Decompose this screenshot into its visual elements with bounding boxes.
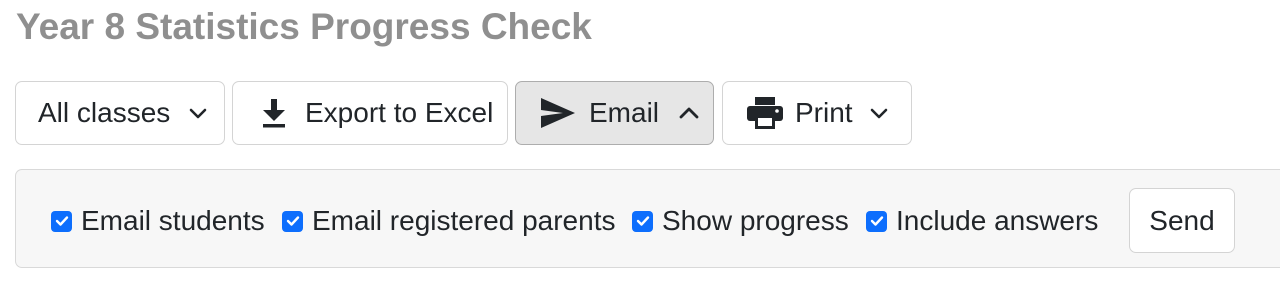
include-answers-option[interactable]: Include answers (866, 205, 1099, 236)
show-progress-option[interactable]: Show progress (632, 205, 849, 236)
email-label: Email (589, 97, 660, 128)
email-students-option[interactable]: Email students (51, 205, 265, 236)
chevron-up-icon (678, 106, 700, 120)
include-answers-label: Include answers (896, 205, 1099, 236)
print-label: Print (795, 97, 853, 128)
chevron-down-icon (188, 106, 208, 120)
checkmark-icon (870, 216, 883, 226)
export-excel-label: Export to Excel (305, 97, 494, 128)
email-dropdown-button[interactable]: Email (515, 81, 714, 145)
download-icon (259, 97, 289, 129)
send-icon (539, 96, 577, 130)
printer-icon (746, 96, 784, 130)
class-filter-label: All classes (38, 97, 171, 128)
include-answers-checkbox[interactable] (866, 210, 887, 232)
page-title: Year 8 Statistics Progress Check (16, 6, 592, 47)
chevron-down-icon (869, 106, 889, 120)
email-students-checkbox[interactable] (51, 210, 72, 232)
checkmark-icon (636, 216, 649, 226)
checkmark-icon (286, 216, 299, 226)
send-button[interactable]: Send (1129, 188, 1235, 253)
email-parents-checkbox[interactable] (282, 210, 303, 232)
show-progress-checkbox[interactable] (632, 210, 653, 232)
email-students-label: Email students (81, 205, 265, 236)
class-filter-dropdown[interactable]: All classes (15, 81, 225, 145)
email-parents-label: Email registered parents (312, 205, 616, 236)
export-excel-button[interactable]: Export to Excel (232, 81, 508, 145)
print-dropdown-button[interactable]: Print (722, 81, 912, 145)
checkmark-icon (55, 216, 68, 226)
email-parents-option[interactable]: Email registered parents (282, 205, 616, 236)
show-progress-label: Show progress (662, 205, 849, 236)
